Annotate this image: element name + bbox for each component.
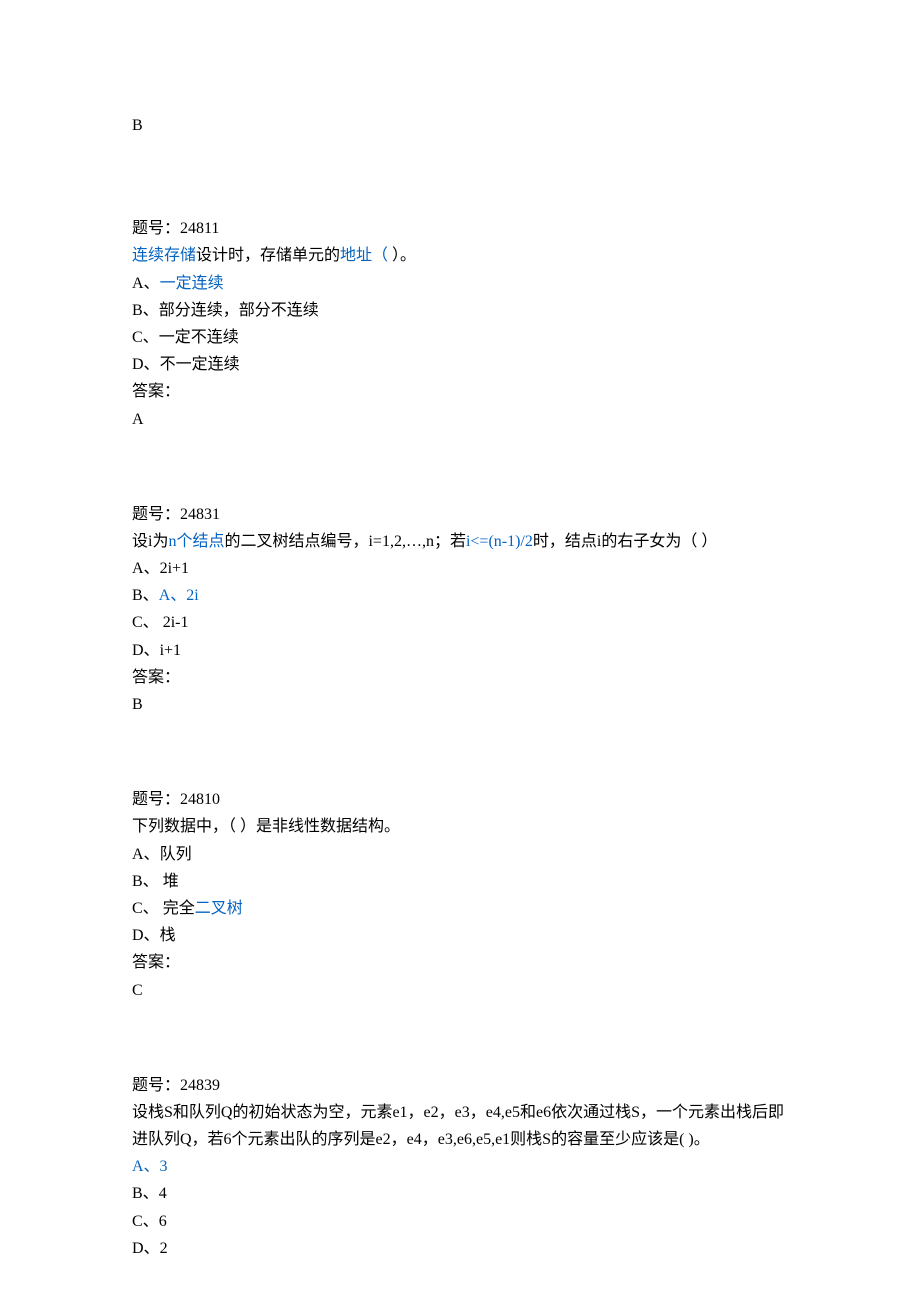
option-text: 队列 xyxy=(160,846,192,863)
option-label: B、 xyxy=(132,873,159,890)
question-block: 题号：24839 设栈S和队列Q的初始状态为空，元素e1，e2，e3，e4,e5和… xyxy=(132,1072,790,1262)
option-label: D、 xyxy=(132,1240,160,1257)
question-option: C、 完全二叉树 xyxy=(132,895,790,922)
stem-text: 下列数据中，（ ）是非线性数据结构。 xyxy=(132,818,400,835)
stem-text: ）。 xyxy=(392,247,416,264)
option-text: 栈 xyxy=(160,927,176,944)
option-text: 2 xyxy=(160,1240,168,1257)
question-stem: 下列数据中，（ ）是非线性数据结构。 xyxy=(132,813,790,840)
option-label: A、 xyxy=(132,560,160,577)
answer-value: A xyxy=(132,406,790,433)
stem-link-text[interactable]: i<=(n-1)/2 xyxy=(466,533,533,550)
option-label: B、 xyxy=(132,587,159,604)
stem-link-text[interactable]: 地址（ xyxy=(340,247,388,264)
question-option: A、一定连续 xyxy=(132,270,790,297)
question-header: 题号：24839 xyxy=(132,1072,790,1099)
question-option: C、一定不连续 xyxy=(132,324,790,351)
question-header: 题号：24811 xyxy=(132,215,790,242)
option-text: 完全 xyxy=(159,900,195,917)
option-text: 不一定连续 xyxy=(160,356,240,373)
question-header: 题号：24831 xyxy=(132,501,790,528)
question-stem: 设i为n个结点的二叉树结点编号，i=1,2,…,n；若i<=(n-1)/2时，结… xyxy=(132,528,790,555)
question-header-label: 题号： xyxy=(132,791,180,808)
answer-value: B xyxy=(132,691,790,718)
question-option: B、 堆 xyxy=(132,868,790,895)
option-label: D、 xyxy=(132,356,160,373)
question-option: A、队列 xyxy=(132,841,790,868)
option-label: D、 xyxy=(132,927,160,944)
answer-label: 答案： xyxy=(132,664,790,691)
answer-label: 答案： xyxy=(132,378,790,405)
option-text: 2i+1 xyxy=(160,560,189,577)
option-link-text[interactable]: 二叉树 xyxy=(195,900,243,917)
document-page: B 题号：24811连续存储设计时，存储单元的地址（ ）。A、一定连续B、部分连… xyxy=(0,0,920,1262)
option-text: 4 xyxy=(159,1185,167,1202)
question-block: 题号：24810下列数据中，（ ）是非线性数据结构。A、队列B、 堆C、 完全二… xyxy=(132,786,790,1004)
question-option: B、部分连续，部分不连续 xyxy=(132,297,790,324)
stem-text: 设栈S和队列Q的初始状态为空，元素e1，e2，e3，e4,e5和e6依次通过栈S… xyxy=(132,1104,784,1148)
option-link-text[interactable]: 一定连续 xyxy=(160,275,224,292)
question-header-label: 题号： xyxy=(132,1077,180,1094)
stem-text: 时，结点i的右子女为（ ） xyxy=(533,533,717,550)
option-link-text[interactable]: A、3 xyxy=(132,1158,168,1175)
answer-value: C xyxy=(132,977,790,1004)
question-option: D、i+1 xyxy=(132,637,790,664)
option-label: C、 xyxy=(132,900,159,917)
option-text: 6 xyxy=(159,1213,167,1230)
option-label: D、 xyxy=(132,642,160,659)
question-option: C、 2i-1 xyxy=(132,609,790,636)
question-id: 24811 xyxy=(180,220,219,237)
option-text: 一定不连续 xyxy=(159,329,239,346)
question-option: D、2 xyxy=(132,1235,790,1262)
questions-container: 题号：24811连续存储设计时，存储单元的地址（ ）。A、一定连续B、部分连续，… xyxy=(132,215,790,1262)
question-header-label: 题号： xyxy=(132,220,180,237)
question-option: A、3 xyxy=(132,1153,790,1180)
question-stem: 设栈S和队列Q的初始状态为空，元素e1，e2，e3，e4,e5和e6依次通过栈S… xyxy=(132,1099,790,1153)
question-option: D、栈 xyxy=(132,922,790,949)
question-block: 题号：24811连续存储设计时，存储单元的地址（ ）。A、一定连续B、部分连续，… xyxy=(132,215,790,433)
stem-text: 设i为 xyxy=(132,533,168,550)
answer-label: 答案： xyxy=(132,949,790,976)
option-label: C、 xyxy=(132,614,159,631)
question-option: B、A、2i xyxy=(132,582,790,609)
stem-text: 的二叉树结点编号，i=1,2,…,n；若 xyxy=(224,533,465,550)
option-text: 堆 xyxy=(159,873,179,890)
option-label: B、 xyxy=(132,1185,159,1202)
question-option: C、6 xyxy=(132,1208,790,1235)
question-id: 24839 xyxy=(180,1077,220,1094)
stem-text: 设计时，存储单元的 xyxy=(196,247,340,264)
question-option: D、不一定连续 xyxy=(132,351,790,378)
question-header: 题号：24810 xyxy=(132,786,790,813)
question-stem: 连续存储设计时，存储单元的地址（ ）。 xyxy=(132,242,790,269)
option-text: 2i-1 xyxy=(159,614,189,631)
question-block: 题号：24831设i为n个结点的二叉树结点编号，i=1,2,…,n；若i<=(n… xyxy=(132,501,790,719)
previous-answer: B xyxy=(132,112,790,139)
option-label: C、 xyxy=(132,329,159,346)
option-label: B、 xyxy=(132,302,159,319)
option-text: i+1 xyxy=(160,642,181,659)
question-id: 24810 xyxy=(180,791,220,808)
option-label: A、 xyxy=(132,275,160,292)
option-label: C、 xyxy=(132,1213,159,1230)
option-text: 部分连续，部分不连续 xyxy=(159,302,319,319)
stem-link-text[interactable]: n个结点 xyxy=(168,533,224,550)
question-id: 24831 xyxy=(180,506,220,523)
option-label: A、 xyxy=(132,846,160,863)
question-header-label: 题号： xyxy=(132,506,180,523)
question-option: B、4 xyxy=(132,1180,790,1207)
option-link-text[interactable]: A、2i xyxy=(159,587,199,604)
question-option: A、2i+1 xyxy=(132,555,790,582)
stem-link-text[interactable]: 连续存储 xyxy=(132,247,196,264)
